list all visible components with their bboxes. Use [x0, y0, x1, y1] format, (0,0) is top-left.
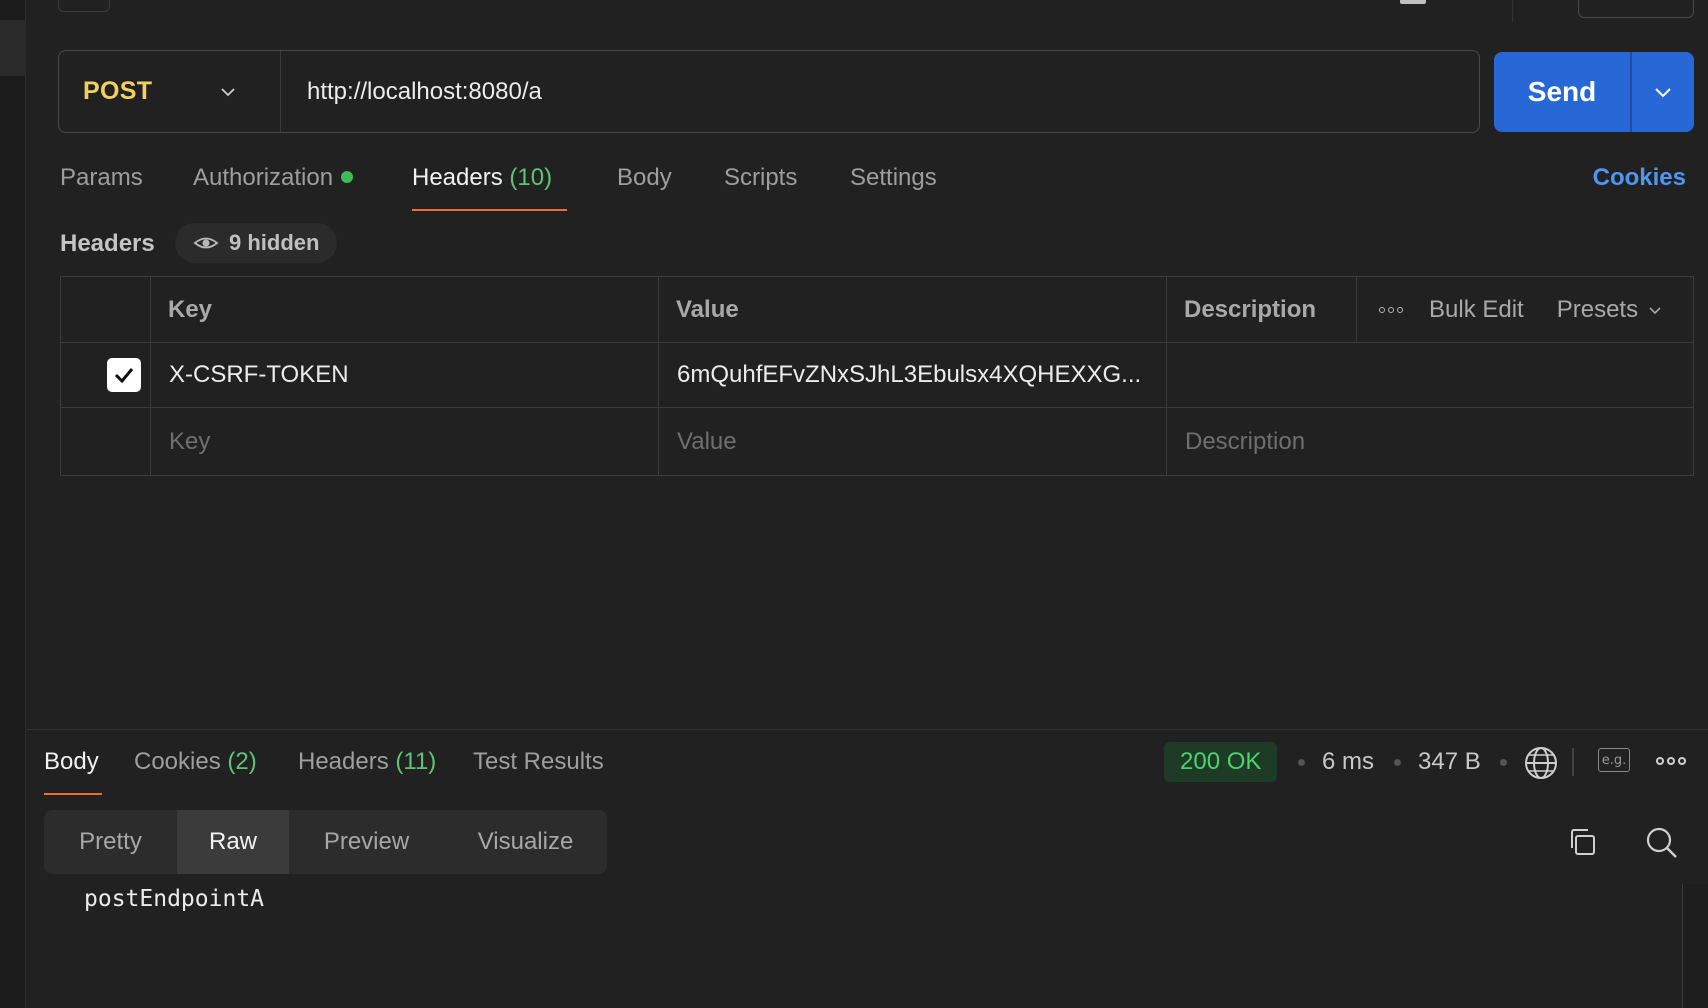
response-divider[interactable]: [27, 729, 1708, 730]
save-as-example-button[interactable]: e.g.: [1598, 748, 1630, 772]
view-raw[interactable]: Raw: [177, 810, 289, 874]
top-back-button[interactable]: [58, 0, 110, 12]
row-checkbox-cell: [61, 343, 151, 407]
status-badge[interactable]: 200 OK: [1164, 742, 1278, 782]
presets-dropdown[interactable]: Presets: [1557, 296, 1662, 324]
hidden-headers-label: 9 hidden: [229, 230, 320, 255]
top-toolbar-icon[interactable]: [1400, 0, 1426, 4]
left-sidebar-tab[interactable]: [0, 20, 26, 76]
eye-icon: [193, 237, 219, 249]
chevron-down-icon: [1655, 88, 1671, 98]
response-active-tab-indicator: [44, 793, 102, 795]
row-value-cell[interactable]: 6mQuhfEFvZNxSJhL3Ebulsx4XQHEXXG...: [659, 343, 1167, 407]
view-preview[interactable]: Preview: [289, 810, 444, 874]
hidden-headers-toggle[interactable]: 9 hidden: [175, 223, 338, 263]
row-key-cell[interactable]: X-CSRF-TOKEN: [151, 343, 659, 407]
tab-headers-count: (10): [509, 164, 553, 191]
tab-headers-label: Headers: [412, 164, 503, 191]
row-description-cell[interactable]: [1167, 343, 1693, 407]
response-tab-headers-count: (11): [395, 748, 437, 775]
view-visualize[interactable]: Visualize: [444, 810, 607, 874]
response-tab-cookies[interactable]: Cookies (2): [134, 748, 257, 776]
tab-scripts[interactable]: Scripts: [724, 164, 797, 192]
headers-section-title: Headers: [60, 230, 155, 257]
column-header-description: Description: [1167, 277, 1357, 342]
search-icon[interactable]: [1645, 826, 1679, 860]
chevron-down-icon: [221, 87, 235, 96]
meta-separator: [1298, 759, 1305, 766]
left-sidebar-strip: [0, 0, 26, 1008]
more-horizontal-icon[interactable]: [1379, 306, 1403, 313]
check-icon: [114, 368, 134, 384]
tab-authorization[interactable]: Authorization: [193, 164, 354, 192]
response-tab-cookies-label: Cookies: [134, 748, 221, 775]
toolbar-divider: [1572, 748, 1574, 776]
response-body-text: postEndpointA: [84, 886, 265, 912]
bulk-edit-button[interactable]: Bulk Edit: [1429, 296, 1524, 324]
send-button[interactable]: Send: [1494, 52, 1630, 132]
meta-separator: [1394, 759, 1401, 766]
active-tab-indicator: [412, 209, 567, 211]
headers-table: Key Value Description Bulk Edit Presets: [60, 276, 1694, 476]
new-row-checkbox-cell: [61, 408, 151, 475]
copy-icon[interactable]: [1566, 826, 1598, 858]
response-size[interactable]: 347 B: [1418, 748, 1481, 776]
new-key-input[interactable]: Key: [151, 408, 659, 475]
app-window: POST Send Params Authorization Headers (…: [0, 0, 1708, 1008]
send-options-button[interactable]: [1630, 52, 1694, 132]
method-label: POST: [83, 77, 153, 105]
meta-separator: [1500, 759, 1507, 766]
table-header-row: Key Value Description Bulk Edit Presets: [61, 277, 1693, 343]
response-scrollbar[interactable]: [1682, 884, 1708, 1008]
url-bar: POST: [58, 50, 1480, 133]
response-tab-headers-label: Headers: [298, 748, 389, 775]
globe-icon[interactable]: [1524, 746, 1558, 780]
table-tools: Bulk Edit Presets: [1357, 277, 1693, 342]
response-tab-test-results[interactable]: Test Results: [473, 748, 604, 776]
top-divider: [1512, 0, 1513, 22]
new-description-input[interactable]: Description: [1167, 408, 1693, 475]
response-view-switcher: Pretty Raw Preview Visualize: [44, 810, 607, 874]
response-tab-body[interactable]: Body: [44, 748, 99, 776]
tab-settings[interactable]: Settings: [850, 164, 937, 192]
more-options-icon[interactable]: [1656, 757, 1686, 765]
column-header-value: Value: [659, 277, 1167, 342]
presets-label: Presets: [1556, 295, 1639, 323]
method-select[interactable]: POST: [59, 51, 281, 132]
new-value-input[interactable]: Value: [659, 408, 1167, 475]
table-row: X-CSRF-TOKEN 6mQuhfEFvZNxSJhL3Ebulsx4XQH…: [61, 343, 1693, 408]
url-input[interactable]: [281, 51, 1479, 132]
tab-headers[interactable]: Headers (10): [412, 164, 552, 192]
response-time[interactable]: 6 ms: [1322, 748, 1374, 776]
header-checkbox-cell: [61, 277, 151, 342]
row-enabled-checkbox[interactable]: [107, 358, 141, 392]
tab-params[interactable]: Params: [60, 164, 143, 192]
view-pretty[interactable]: Pretty: [44, 810, 177, 874]
tab-authorization-label: Authorization: [193, 164, 334, 191]
auth-status-dot: [341, 170, 354, 183]
cookies-link[interactable]: Cookies: [1593, 164, 1686, 192]
column-header-key: Key: [151, 277, 659, 342]
response-tab-cookies-count: (2): [227, 748, 257, 775]
tab-body[interactable]: Body: [617, 164, 672, 192]
chevron-down-icon: [1649, 306, 1661, 314]
top-right-button[interactable]: [1578, 0, 1694, 18]
table-row-new: Key Value Description: [61, 408, 1693, 475]
response-tab-headers[interactable]: Headers (11): [298, 748, 436, 776]
